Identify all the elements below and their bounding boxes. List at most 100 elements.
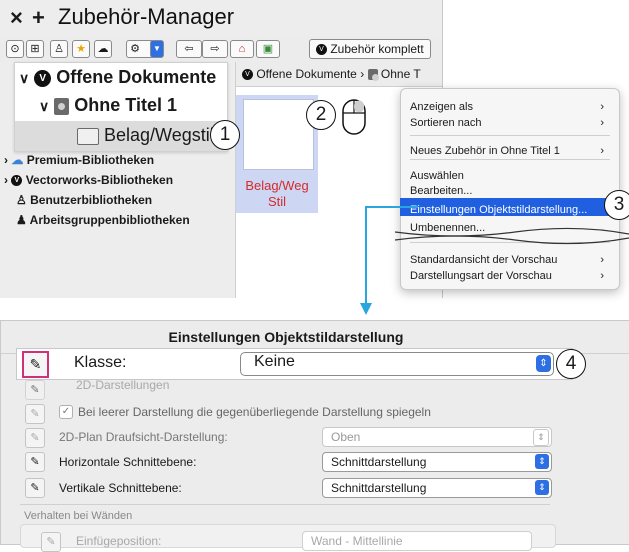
menu-item-label: Sortieren nach — [410, 117, 482, 129]
menu-item-label: Darstellungsart der Vorschau — [410, 270, 552, 282]
class-attribute-icon[interactable]: ✎ — [22, 351, 49, 378]
menu-item[interactable]: Bearbeiten... — [410, 183, 610, 199]
select-chevron-icon: ⇕ — [535, 454, 549, 469]
menu-item[interactable]: Auswählen — [410, 168, 610, 184]
menu-item[interactable]: Neues Zubehör in Ohne Titel 1 › — [410, 143, 610, 159]
mirror-checkbox[interactable]: ✓ — [59, 405, 73, 419]
insert-position-value: Wand - Mittellinie — [311, 534, 403, 548]
class-icon[interactable]: ✎ — [41, 532, 61, 552]
menu-item-label: Bearbeiten... — [410, 185, 473, 197]
divider — [20, 504, 550, 505]
select-chevron-icon: ⇕ — [536, 355, 551, 372]
tree-item-vectorworks[interactable]: › V Vectorworks-Bibliotheken — [0, 170, 235, 190]
star-icon[interactable]: ★ — [72, 40, 90, 58]
accessory-complete-button[interactable]: V Zubehör komplett — [309, 39, 431, 59]
submenu-arrow-icon: › — [600, 270, 604, 282]
class-icon[interactable]: ✎ — [25, 380, 45, 400]
callout-3: 3 — [604, 190, 629, 220]
submenu-arrow-icon: › — [600, 101, 604, 113]
folder-icon — [77, 127, 99, 145]
callout-1: 1 — [210, 120, 240, 150]
thumbnail-label-line: Belag/Weg — [245, 178, 309, 193]
workgroup-icon: ♟ — [16, 213, 27, 227]
breadcrumb-item[interactable]: Offene Dokumente — [256, 67, 357, 81]
title-bar: × + Zubehör-Manager — [0, 0, 442, 36]
resource-thumbnail[interactable] — [243, 99, 314, 170]
walls-section-label: Verhalten bei Wänden — [24, 510, 133, 522]
breadcrumb: V Offene Dokumente › Ohne T — [236, 62, 442, 87]
menu-item[interactable]: Darstellungsart der Vorschau › — [410, 268, 610, 284]
mouse-right-click-icon — [342, 99, 366, 135]
select-chevron-icon: ⇕ — [535, 480, 549, 495]
thumbnail-label-line: Stil — [267, 194, 287, 209]
menu-separator — [410, 159, 610, 160]
vertical-cut-label: Vertikale Schnittebene: — [59, 481, 182, 495]
menu-item[interactable]: Anzeigen als › — [410, 99, 610, 115]
insert-position-select[interactable]: Wand - Mittellinie — [302, 531, 532, 551]
vertical-cut-select[interactable]: Schnittdarstellung ⇕ — [322, 478, 552, 498]
cloud-icon: ☁ — [11, 153, 24, 167]
chevron-down-icon[interactable]: ∨ — [39, 98, 49, 114]
menu-tear-line — [395, 227, 629, 245]
document-icon — [367, 69, 379, 82]
window-title: Zubehör-Manager — [58, 4, 235, 29]
class-icon[interactable]: ✎ — [25, 404, 45, 424]
back-icon[interactable]: ⇦ — [176, 40, 202, 58]
dialog-title: Einstellungen Objektstildarstellung — [168, 329, 404, 345]
user-icon[interactable]: ♙ — [50, 40, 68, 58]
tree-item-workgroup[interactable]: ♟ Arbeitsgruppenbibliotheken — [0, 210, 235, 230]
breadcrumb-item[interactable]: Ohne T — [381, 67, 421, 81]
tree-item-label: Benutzerbibliotheken — [30, 193, 153, 207]
breadcrumb-separator: › — [360, 67, 365, 81]
home-icon[interactable]: ⌂ — [230, 40, 254, 58]
menu-separator — [410, 135, 610, 136]
plan-view-label: 2D-Plan Draufsicht-Darstellung: — [59, 430, 228, 444]
select-chevron-icon: ⇕ — [533, 429, 549, 446]
mirror-checkbox-label: Bei leerer Darstellung die gegenüberlieg… — [78, 405, 431, 419]
cloud-icon[interactable]: ☁ — [94, 40, 112, 58]
plan-view-select[interactable]: Oben ⇕ — [322, 427, 552, 447]
close-icon[interactable]: × — [10, 5, 23, 31]
klasse-value: Keine — [254, 353, 295, 370]
vectorworks-logo-icon[interactable]: ⊙ — [6, 40, 24, 58]
chevron-right-icon[interactable]: › — [4, 153, 8, 167]
vectorworks-logo-icon: V — [34, 69, 52, 87]
menu-item-label: Anzeigen als — [410, 101, 473, 113]
forward-icon[interactable]: ⇨ — [202, 40, 228, 58]
horizontal-cut-value: Schnittdarstellung — [331, 455, 427, 469]
menu-item[interactable]: Einstellungen Objektstildarstellung... — [410, 202, 610, 218]
submenu-arrow-icon: › — [600, 254, 604, 266]
tree-item-label: Vectorworks-Bibliotheken — [25, 173, 174, 187]
toolbar: ⊙ ⊞ ♙ ★ ☁ ⚙ ▼ ⇦ ⇨ ⌂ ▣ V Zubehör komplett — [0, 36, 442, 63]
folder-image-icon[interactable]: ▣ — [256, 40, 280, 58]
tree-item-untitled[interactable]: ∨ Ohne Titel 1 — [39, 95, 177, 116]
tree-item-label: Belag/Wegstil — [104, 125, 214, 145]
tree-item-user[interactable]: ♙ Benutzerbibliotheken — [0, 190, 235, 210]
submenu-arrow-icon: › — [600, 145, 604, 157]
add-icon[interactable]: + — [32, 5, 45, 31]
menu-item[interactable]: Sortieren nach › — [410, 115, 610, 131]
class-icon[interactable]: ✎ — [25, 428, 45, 448]
horizontal-cut-select[interactable]: Schnittdarstellung ⇕ — [322, 452, 552, 472]
tree-item-label: Arbeitsgruppenbibliotheken — [29, 213, 190, 227]
menu-item-label: Einstellungen Objektstildarstellung... — [410, 204, 588, 216]
resource-thumbnail-label: Belag/Weg Stil — [236, 178, 318, 210]
tree-item-premium[interactable]: › ☁ Premium-Bibliotheken — [0, 150, 235, 170]
chevron-down-icon[interactable]: ▼ — [150, 40, 164, 58]
submenu-arrow-icon: › — [600, 117, 604, 129]
menu-item[interactable]: Standardansicht der Vorschau › — [410, 252, 610, 268]
chevron-right-icon[interactable]: › — [4, 173, 8, 187]
vectorworks-logo-icon: V — [242, 69, 253, 81]
vectorworks-logo-icon: V — [11, 175, 23, 187]
tree-item-open-documents[interactable]: ∨ V Offene Dokumente — [19, 67, 216, 88]
accessory-complete-label: Zubehör komplett — [330, 42, 424, 56]
tree-item-label: Offene Dokumente — [56, 67, 217, 87]
chevron-down-icon[interactable]: ∨ — [19, 70, 29, 86]
class-icon[interactable]: ✎ — [25, 478, 45, 498]
tree-item-label: Premium-Bibliotheken — [26, 153, 155, 167]
grid-icon[interactable]: ⊞ — [26, 40, 44, 58]
connector-arrow — [360, 206, 418, 315]
document-icon — [54, 97, 70, 115]
tree-item-belag-wegstil[interactable]: Belag/Wegstil — [77, 125, 214, 146]
class-icon[interactable]: ✎ — [25, 452, 45, 472]
